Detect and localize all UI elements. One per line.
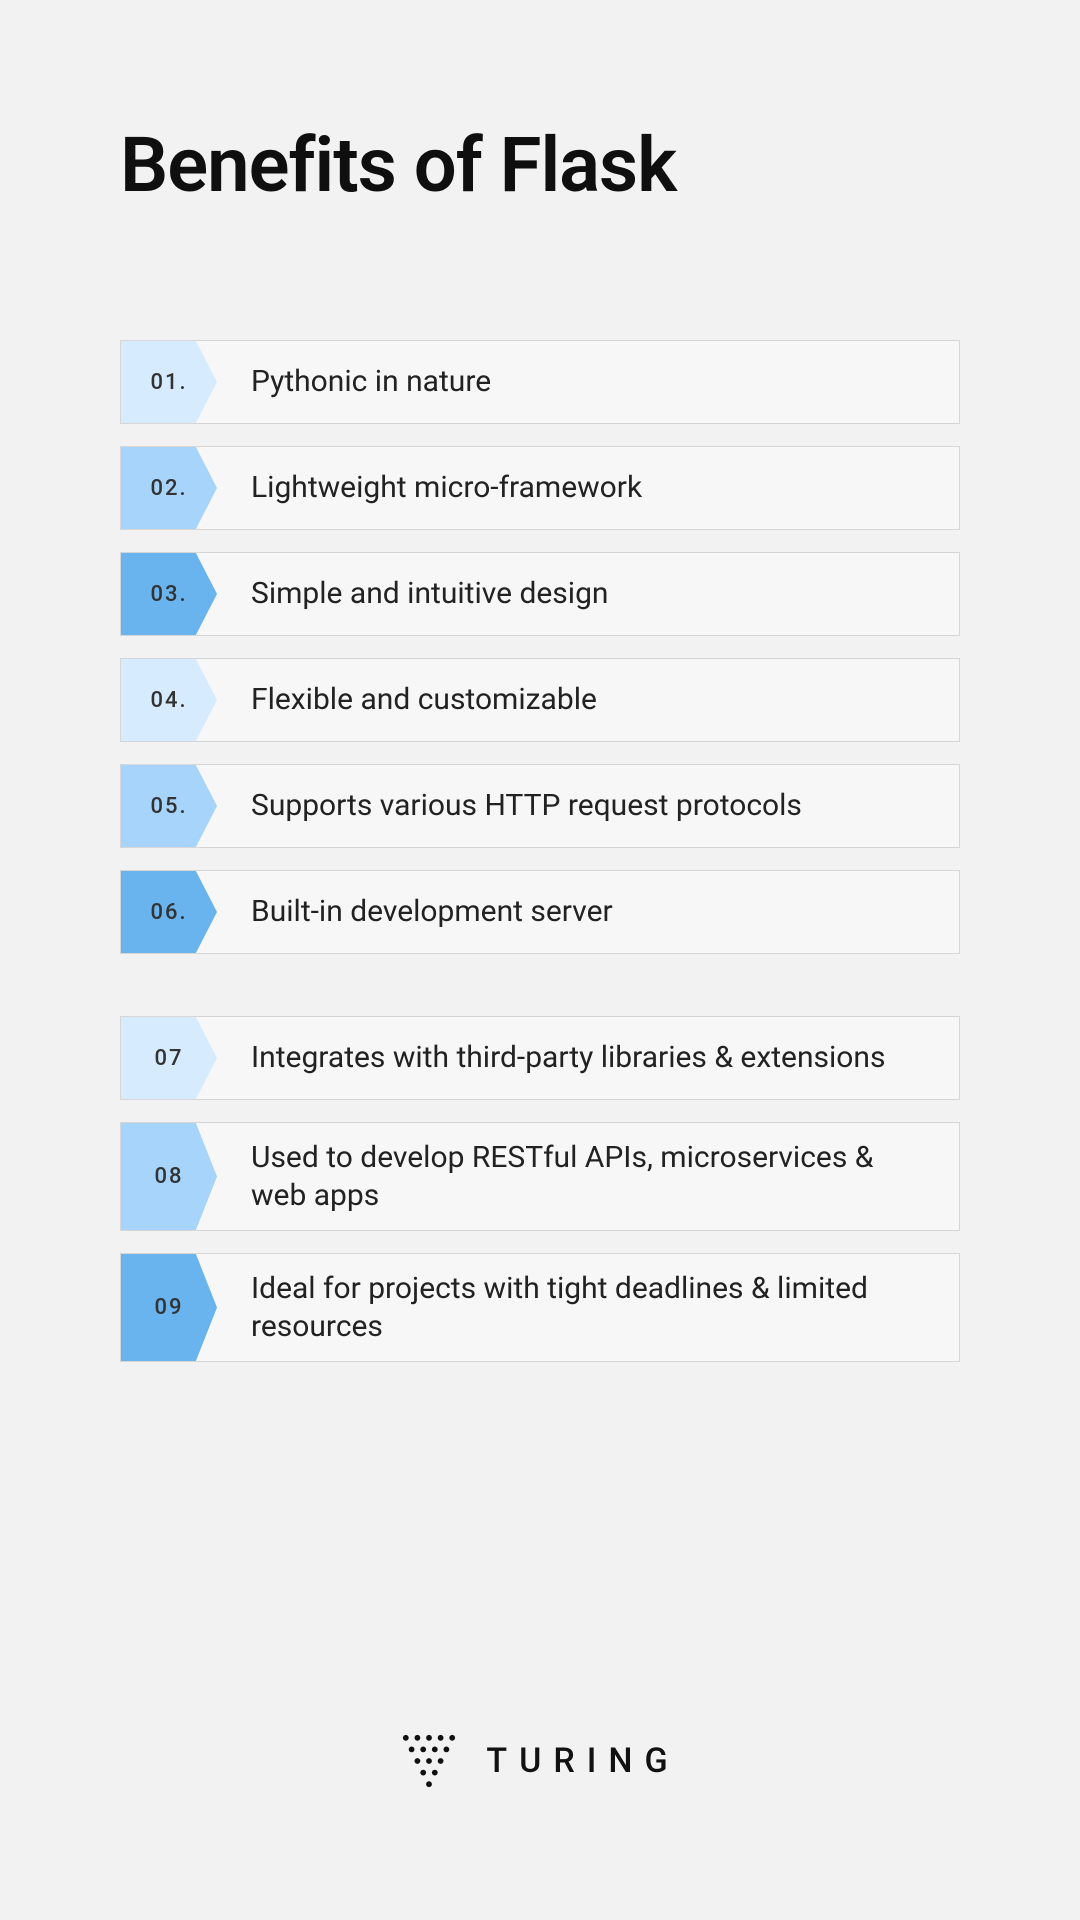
item-number: 07 <box>154 1046 183 1071</box>
item-text: Ideal for projects with tight deadlines … <box>217 1254 959 1361</box>
list-item: 03. Simple and intuitive design <box>120 552 960 636</box>
item-number-badge: 06. <box>121 871 217 953</box>
list-item: 01. Pythonic in nature <box>120 340 960 424</box>
list-item: 08 Used to develop RESTful APIs, microse… <box>120 1122 960 1231</box>
brand-name: TURING <box>486 1741 679 1781</box>
turing-logo-icon <box>400 1732 458 1790</box>
item-number-badge: 02. <box>121 447 217 529</box>
item-number-badge: 03. <box>121 553 217 635</box>
item-text: Used to develop RESTful APIs, microservi… <box>217 1123 959 1230</box>
list-item: 05. Supports various HTTP request protoc… <box>120 764 960 848</box>
item-number: 05. <box>150 794 187 819</box>
page-title: Benefits of Flask <box>120 120 960 210</box>
item-text: Simple and intuitive design <box>217 553 959 635</box>
item-text: Integrates with third-party libraries & … <box>217 1017 959 1099</box>
item-text: Supports various HTTP request protocols <box>217 765 959 847</box>
list-item: 09 Ideal for projects with tight deadlin… <box>120 1253 960 1362</box>
item-number: 09 <box>154 1295 183 1320</box>
item-text: Pythonic in nature <box>217 341 959 423</box>
item-number: 03. <box>150 582 187 607</box>
item-number-badge: 04. <box>121 659 217 741</box>
brand: TURING <box>0 1732 1080 1790</box>
item-number-badge: 09 <box>121 1254 217 1361</box>
item-number: 04. <box>150 688 187 713</box>
item-number-badge: 01. <box>121 341 217 423</box>
item-number-badge: 07 <box>121 1017 217 1099</box>
item-text: Lightweight micro-framework <box>217 447 959 529</box>
item-number-badge: 05. <box>121 765 217 847</box>
list-item: 07 Integrates with third-party libraries… <box>120 1016 960 1100</box>
item-text: Flexible and customizable <box>217 659 959 741</box>
list-item: 06. Built-in development server <box>120 870 960 954</box>
item-number: 06. <box>150 900 187 925</box>
item-number-badge: 08 <box>121 1123 217 1230</box>
item-text: Built-in development server <box>217 871 959 953</box>
benefits-list: 01. Pythonic in nature 02. Lightweight m… <box>120 340 960 1362</box>
list-item: 04. Flexible and customizable <box>120 658 960 742</box>
item-number: 01. <box>150 370 187 395</box>
item-number: 08 <box>154 1164 183 1189</box>
item-number: 02. <box>150 476 187 501</box>
list-item: 02. Lightweight micro-framework <box>120 446 960 530</box>
